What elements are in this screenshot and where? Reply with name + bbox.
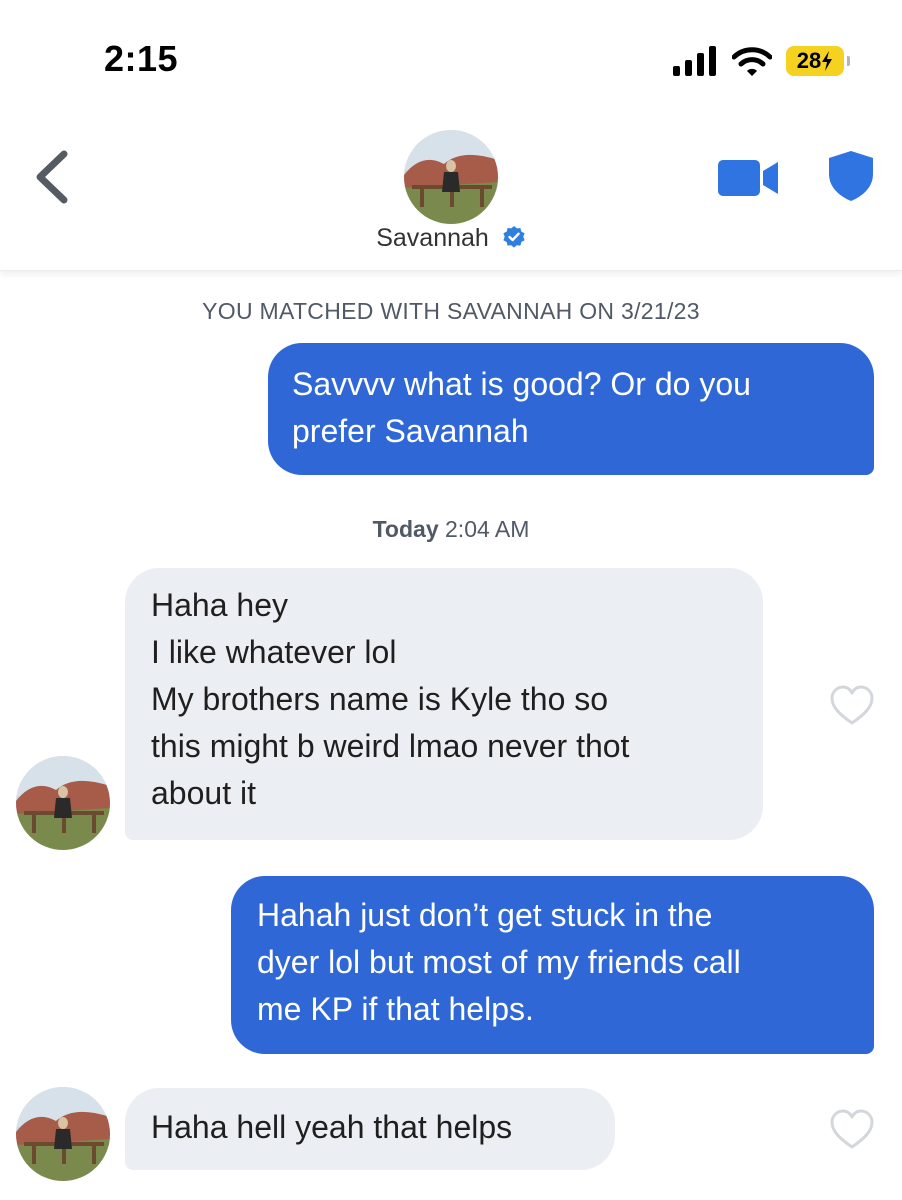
heart-outline-icon[interactable] — [829, 684, 875, 726]
message-bubble-outgoing[interactable]: Hahah just don’t get stuck in the dyer l… — [231, 876, 874, 1054]
profile-photo — [404, 130, 498, 224]
profile-photo — [16, 1087, 110, 1181]
battery-indicator: 28 — [786, 46, 850, 76]
status-icons: 28 — [672, 44, 850, 78]
battery-level: 28 — [796, 48, 822, 73]
charging-bolt-icon — [822, 51, 833, 71]
contact-name-row[interactable]: Savannah — [0, 224, 902, 253]
day-divider: Today 2:04 AM — [0, 516, 902, 543]
message-bubble-outgoing[interactable]: Savvvv what is good? Or do you prefer Sa… — [268, 343, 874, 475]
shield-icon[interactable] — [828, 150, 874, 202]
avatar[interactable] — [16, 1087, 110, 1181]
day-divider-day: Today — [372, 516, 439, 542]
heart-outline-icon[interactable] — [829, 1108, 875, 1150]
avatar[interactable] — [404, 130, 498, 224]
match-notice: YOU MATCHED WITH SAVANNAH ON 3/21/23 — [202, 298, 700, 324]
video-camera-icon[interactable] — [718, 160, 780, 196]
avatar[interactable] — [16, 756, 110, 850]
chat-header: Savannah — [0, 120, 902, 271]
contact-name: Savannah — [376, 224, 489, 252]
wifi-icon — [732, 47, 772, 76]
day-divider-time: 2:04 AM — [445, 516, 530, 542]
status-time: 2:15 — [104, 38, 179, 79]
chevron-left-icon[interactable] — [30, 148, 74, 206]
message-bubble-incoming[interactable]: Haha hey I like whatever lol My brothers… — [125, 568, 763, 840]
verified-badge-icon — [503, 226, 525, 248]
cellular-signal-icon — [673, 46, 716, 76]
message-bubble-incoming[interactable]: Haha hell yeah that helps — [125, 1088, 615, 1170]
profile-photo — [16, 756, 110, 850]
